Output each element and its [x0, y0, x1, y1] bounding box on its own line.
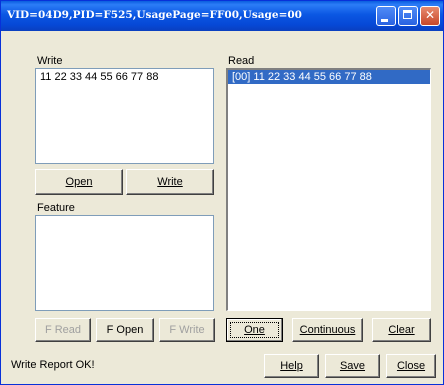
title-bar[interactable]: VID=04D9,PID=F525,UsagePage=FF00,Usage=0…: [1, 1, 443, 31]
focus-ring: [230, 322, 279, 338]
fread-button[interactable]: F Read: [35, 318, 91, 342]
window-title: VID=04D9,PID=F525,UsagePage=FF00,Usage=0…: [7, 9, 302, 21]
app-window: VID=04D9,PID=F525,UsagePage=FF00,Usage=0…: [0, 0, 444, 385]
fwrite-button[interactable]: F Write: [159, 318, 215, 342]
maximize-icon: [403, 10, 412, 19]
feature-textbox[interactable]: [35, 215, 214, 311]
read-label: Read: [228, 55, 255, 67]
write-button-label: Write: [157, 176, 183, 188]
continuous-button[interactable]: Continuous: [292, 318, 363, 342]
clear-button[interactable]: Clear: [372, 318, 431, 342]
feature-label: Feature: [37, 202, 75, 214]
close-button-label: Close: [396, 360, 426, 372]
fopen-button-label: F Open: [106, 324, 144, 336]
fread-button-label: F Read: [44, 324, 82, 336]
clear-button-label: Clear: [388, 324, 415, 336]
close-icon: ✕: [424, 8, 436, 22]
continuous-button-label: Continuous: [299, 324, 356, 336]
fwrite-button-label: F Write: [169, 324, 205, 336]
write-button[interactable]: Write: [126, 169, 214, 195]
save-button-label: Save: [339, 360, 366, 372]
save-button[interactable]: Save: [325, 354, 380, 378]
one-button[interactable]: One: [226, 318, 283, 342]
window-close-button[interactable]: ✕: [420, 6, 440, 26]
write-textbox[interactable]: 11 22 33 44 55 66 77 88: [35, 68, 214, 164]
fopen-button[interactable]: F Open: [96, 318, 154, 342]
status-text: Write Report OK!: [11, 359, 95, 371]
open-button-label: Open: [65, 176, 93, 188]
minimize-icon: [381, 19, 388, 22]
open-button[interactable]: Open: [35, 169, 123, 195]
help-button[interactable]: Help: [264, 354, 319, 378]
maximize-button[interactable]: [398, 6, 418, 26]
minimize-button[interactable]: [376, 6, 396, 26]
help-button-label: Help: [280, 360, 303, 372]
write-label: Write: [37, 55, 63, 67]
write-content: 11 22 33 44 55 66 77 88: [40, 71, 159, 83]
read-list-item[interactable]: [00] 11 22 33 44 55 66 77 88: [228, 70, 430, 84]
read-listbox[interactable]: [00] 11 22 33 44 55 66 77 88: [226, 68, 431, 311]
feature-content: [36, 216, 213, 220]
close-button[interactable]: Close: [386, 354, 436, 378]
